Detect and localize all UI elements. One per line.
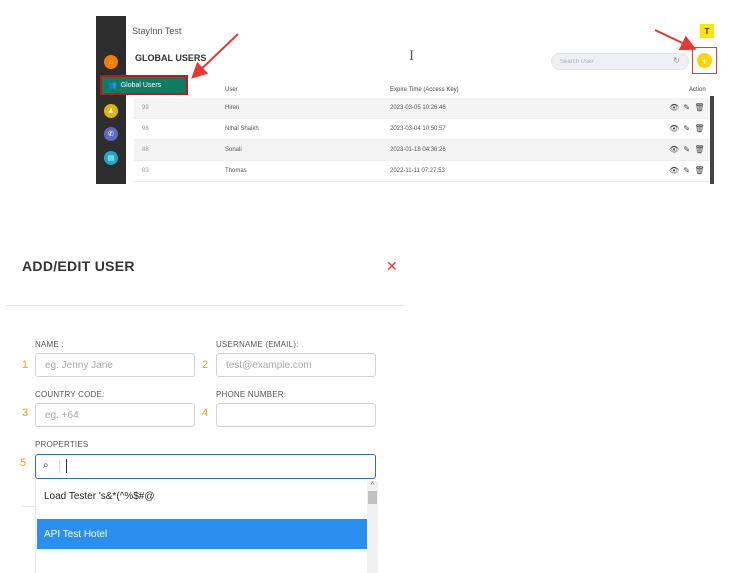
properties-dropdown[interactable]: Load Tester 's&*(^%$#@ API Test Hotel ^	[35, 481, 378, 573]
step-number-3: 3	[22, 407, 29, 419]
arrow-to-sidebar-item	[191, 33, 239, 79]
text-caret	[66, 459, 67, 473]
annotation-arrows	[191, 29, 697, 79]
name-label: NAME :	[35, 340, 64, 349]
dialog-divider	[6, 305, 406, 306]
dropdown-option[interactable]: Load Tester 's&*(^%$#@	[37, 481, 367, 511]
dialog-title: ADD/EDIT USER	[22, 258, 135, 274]
chevron-up-icon[interactable]: ^	[368, 481, 377, 490]
phone-number-label: PHONE NUMBER:	[216, 390, 287, 399]
step-number-2: 2	[202, 359, 209, 371]
step-number-4: 4	[202, 407, 209, 419]
close-icon[interactable]: ✕	[386, 258, 398, 275]
scrollbar-thumb[interactable]	[368, 491, 377, 504]
username-label: USERNAME (EMAIL):	[216, 340, 299, 349]
search-icon: ⌕	[43, 460, 49, 471]
country-code-label: COUNTRY CODE:	[35, 390, 105, 399]
properties-label: PROPERTIES	[35, 440, 89, 449]
step-number-5: 5	[20, 457, 27, 469]
search-separator	[59, 460, 60, 473]
username-email-input[interactable]	[216, 353, 376, 377]
name-input[interactable]	[35, 353, 195, 377]
arrow-to-add-button	[654, 29, 697, 51]
properties-search-input[interactable]	[64, 458, 364, 475]
dropdown-option-selected[interactable]: API Test Hotel	[37, 519, 367, 549]
dropdown-option-label: API Test Hotel	[44, 528, 108, 540]
phone-number-input[interactable]	[216, 403, 376, 427]
dropdown-scrollbar[interactable]: ^	[367, 481, 378, 573]
dropdown-option-label: Load Tester 's&*(^%$#@	[44, 490, 155, 502]
divider	[22, 506, 35, 507]
step-number-1: 1	[22, 359, 29, 371]
country-code-input[interactable]	[35, 403, 195, 427]
properties-search-box[interactable]: ⌕	[35, 454, 376, 479]
